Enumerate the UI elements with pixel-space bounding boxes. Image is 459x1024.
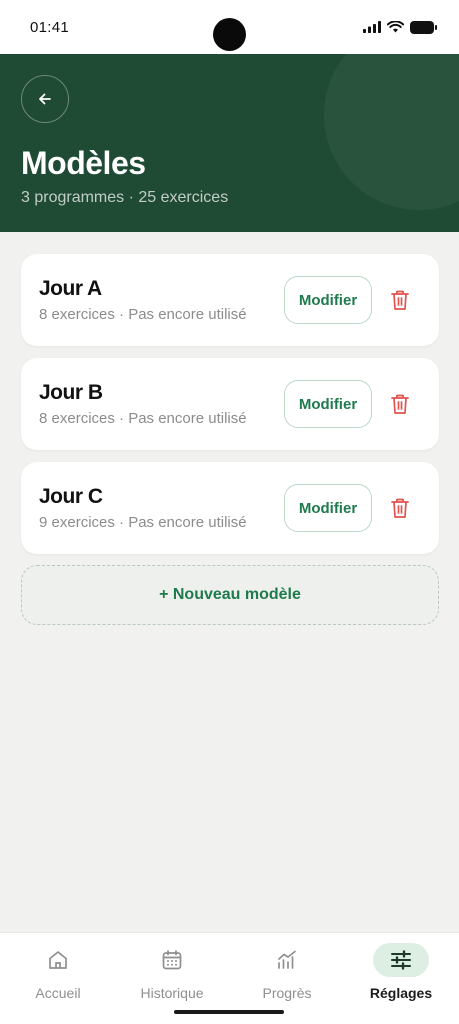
calendar-icon	[162, 950, 182, 970]
page-header: Modèles 3 programmes · 25 exercices	[0, 54, 459, 232]
page-subtitle: 3 programmes · 25 exercices	[21, 189, 229, 206]
status-time: 01:41	[30, 18, 70, 36]
status-bar: 01:41	[0, 0, 459, 54]
home-indicator	[174, 1010, 284, 1014]
sliders-icon	[391, 950, 411, 970]
home-icon	[49, 951, 67, 969]
nav-item-progres[interactable]: Progrès	[237, 943, 337, 1013]
template-meta: 8 exercices · Pas encore utilisé	[39, 306, 247, 323]
nav-label: Progrès	[262, 985, 312, 1001]
page-title: Modèles	[21, 145, 146, 181]
arrow-left-icon	[39, 93, 51, 105]
template-card-jour-a[interactable]: Jour A 8 exercices · Pas encore utilisé …	[21, 254, 439, 346]
template-name: Jour C	[39, 485, 103, 508]
template-meta: 9 exercices · Pas encore utilisé	[39, 514, 247, 531]
nav-icon-wrap-active	[373, 943, 429, 977]
edit-button[interactable]: Modifier	[284, 484, 372, 532]
trash-icon[interactable]	[389, 392, 411, 416]
wifi-icon	[387, 21, 404, 33]
new-template-button[interactable]: + Nouveau modèle	[21, 565, 439, 625]
nav-item-accueil[interactable]: Accueil	[8, 943, 108, 1013]
front-camera	[213, 18, 246, 51]
template-name: Jour B	[39, 381, 103, 404]
phone-screen: 01:41 Modèles 3 programmes · 25 exercice…	[0, 0, 459, 1024]
trash-icon[interactable]	[389, 496, 411, 520]
nav-label: Accueil	[35, 985, 81, 1001]
status-icons	[363, 20, 437, 34]
nav-label: Réglages	[369, 985, 433, 1001]
template-card-jour-c[interactable]: Jour C 9 exercices · Pas encore utilisé …	[21, 462, 439, 554]
trash-icon[interactable]	[389, 288, 411, 312]
header-decoration-circle	[324, 54, 459, 210]
nav-icon-wrap	[30, 943, 86, 977]
edit-button[interactable]: Modifier	[284, 380, 372, 428]
signal-icon	[363, 21, 381, 33]
battery-icon	[410, 20, 437, 34]
nav-icon-wrap	[144, 943, 200, 977]
template-name: Jour A	[39, 277, 102, 300]
nav-item-historique[interactable]: Historique	[122, 943, 222, 1013]
edit-button[interactable]: Modifier	[284, 276, 372, 324]
chart-icon	[278, 950, 296, 969]
nav-label: Historique	[140, 985, 204, 1001]
template-meta: 8 exercices · Pas encore utilisé	[39, 410, 247, 427]
nav-item-reglages[interactable]: Réglages	[351, 943, 451, 1013]
template-card-jour-b[interactable]: Jour B 8 exercices · Pas encore utilisé …	[21, 358, 439, 450]
back-button[interactable]	[21, 75, 69, 123]
template-list: Jour A 8 exercices · Pas encore utilisé …	[21, 254, 439, 566]
nav-icon-wrap	[259, 943, 315, 977]
